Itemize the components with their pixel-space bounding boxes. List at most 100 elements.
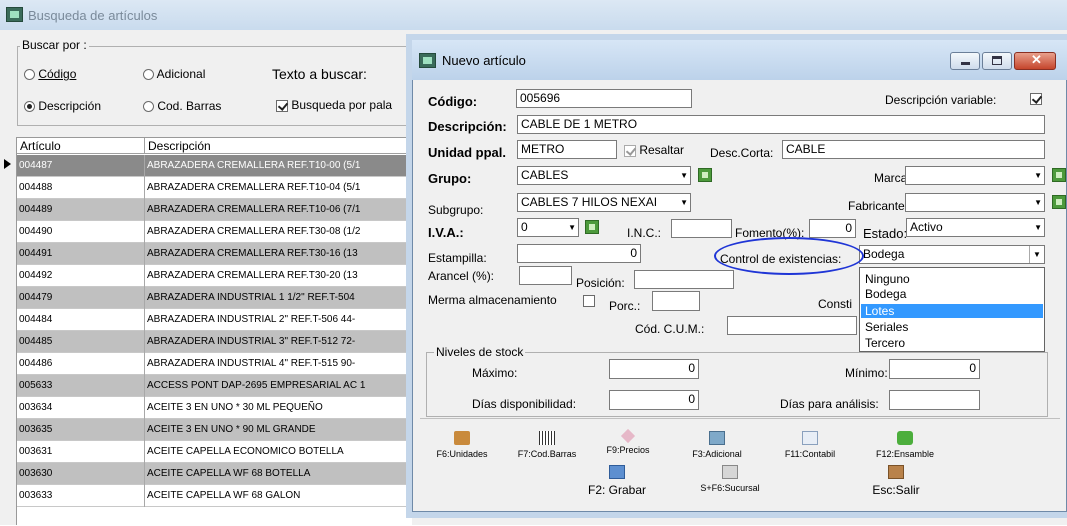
ensamble-button[interactable]: F12:Ensamble (870, 431, 940, 459)
fabricante-add-icon[interactable] (1052, 195, 1066, 209)
articles-grid[interactable]: Artículo Descripción 004487 ABRAZADERA CR… (17, 137, 412, 526)
table-row[interactable]: 004490 ABRAZADERA CREMALLERA REF.T30-08 (… (17, 221, 412, 243)
marca-combo[interactable]: ▼ (905, 166, 1045, 185)
marca-add-icon[interactable] (1052, 168, 1066, 182)
cell-articulo: 004487 (17, 155, 145, 177)
radio-cod-barras-label: Cod. Barras (157, 99, 222, 113)
resaltar-option[interactable]: Resaltar (624, 143, 684, 157)
cum-input[interactable] (727, 316, 857, 335)
table-row[interactable]: 003633 ACEITE CAPELLA WF 68 GALON (17, 485, 412, 507)
buscar-por-group (17, 46, 417, 126)
posicion-input[interactable] (634, 270, 734, 289)
grupo-dropdown-icon[interactable]: ▼ (680, 167, 688, 184)
table-row[interactable]: 004492 ABRAZADERA CREMALLERA REF.T30-20 (… (17, 265, 412, 287)
minimo-input[interactable]: 0 (889, 359, 980, 379)
maximo-input[interactable]: 0 (609, 359, 699, 379)
arancel-input[interactable] (519, 266, 572, 285)
subgrupo-dropdown-icon[interactable]: ▼ (680, 194, 688, 211)
cell-articulo: 004492 (17, 265, 145, 287)
porc-input[interactable] (652, 291, 700, 311)
adicional-button[interactable]: F3:Adicional (687, 431, 747, 459)
table-row[interactable]: 003631 ACEITE CAPELLA ECONOMICO BOTELLA (17, 441, 412, 463)
table-row[interactable]: 004491 ABRAZADERA CREMALLERA REF.T30-16 (… (17, 243, 412, 265)
table-row[interactable]: 003635 ACEITE 3 EN UNO * 90 ML GRANDE (17, 419, 412, 441)
minimize-button[interactable] (950, 52, 980, 70)
dropdown-option-seriales[interactable]: Seriales (861, 320, 1043, 334)
desc-corta-input[interactable]: CABLE (782, 140, 1045, 159)
dias-analisis-input[interactable] (889, 390, 980, 410)
radio-adicional[interactable]: Adicional (143, 67, 205, 81)
dropdown-option-tercero[interactable]: Tercero (861, 336, 1043, 350)
fabricante-combo[interactable]: ▼ (905, 193, 1045, 212)
desc-variable-checkbox[interactable] (1030, 93, 1042, 105)
precios-button[interactable]: F9:Precios (603, 428, 653, 455)
ensamble-label: F12:Ensamble (875, 449, 935, 459)
grupo-add-icon[interactable] (698, 168, 712, 182)
subgrupo-value: CABLES 7 HILOS NEXAI (521, 195, 658, 209)
cell-descripcion: ACEITE 3 EN UNO * 30 ML PEQUEÑO (147, 402, 323, 413)
radio-descripcion-circle[interactable] (24, 101, 35, 113)
close-button[interactable]: ✕ (1014, 52, 1056, 70)
puzzle-icon (897, 431, 913, 445)
cod-barras-button[interactable]: F7:Cod.Barras (517, 431, 577, 459)
radio-cod-barras-circle[interactable] (143, 101, 154, 113)
subgrupo-combo[interactable]: CABLES 7 HILOS NEXAI ▼ (517, 193, 691, 212)
table-row[interactable]: 004484 ABRAZADERA INDUSTRIAL 2" REF.T-506… (17, 309, 412, 331)
dias-disponibilidad-input[interactable]: 0 (609, 390, 699, 410)
cell-articulo: 004486 (17, 353, 145, 375)
fomento-input[interactable]: 0 (809, 219, 856, 238)
merma-checkbox[interactable] (583, 295, 595, 307)
radio-cod-barras[interactable]: Cod. Barras (143, 99, 221, 113)
salir-label: Esc:Salir (872, 483, 920, 497)
column-header-descripcion[interactable]: Descripción (145, 138, 412, 154)
contabil-button[interactable]: F11:Contabil (780, 431, 840, 459)
marca-dropdown-icon[interactable]: ▼ (1034, 167, 1042, 184)
inc-input[interactable] (671, 219, 732, 238)
control-existencias-dropdown-icon[interactable]: ▼ (1029, 246, 1044, 263)
cell-descripcion: ABRAZADERA CREMALLERA REF.T30-20 (13 (147, 270, 358, 281)
iva-combo[interactable]: 0 ▼ (517, 218, 579, 237)
table-row[interactable]: 004487 ABRAZADERA CREMALLERA REF.T10-00 (… (17, 155, 412, 177)
busqueda-palabra-checkbox[interactable] (276, 99, 288, 112)
descripcion-input[interactable]: CABLE DE 1 METRO (517, 115, 1045, 134)
table-row[interactable]: 004479 ABRAZADERA INDUSTRIAL 1 1/2" REF.T… (17, 287, 412, 309)
unidades-button[interactable]: F6:Unidades (432, 431, 492, 459)
barcode-icon (539, 431, 555, 445)
estado-dropdown-icon[interactable]: ▼ (1034, 219, 1042, 236)
maximize-button[interactable] (982, 52, 1012, 70)
table-row[interactable]: 005633 ACCESS PONT DAP-2695 EMPRESARIAL A… (17, 375, 412, 397)
grupo-combo[interactable]: CABLES ▼ (517, 166, 691, 185)
table-row[interactable]: 004486 ABRAZADERA INDUSTRIAL 4" REF.T-515… (17, 353, 412, 375)
dropdown-option-ninguno[interactable]: Ninguno (861, 272, 1043, 286)
resaltar-checkbox[interactable] (624, 144, 636, 157)
iva-dropdown-icon[interactable]: ▼ (568, 219, 576, 236)
grabar-button[interactable]: F2: Grabar (582, 465, 652, 497)
iva-add-icon[interactable] (585, 220, 599, 234)
radio-adicional-circle[interactable] (143, 69, 154, 81)
column-header-articulo[interactable]: Artículo (17, 138, 145, 154)
radio-codigo-circle[interactable] (24, 69, 35, 81)
table-row[interactable]: 004485 ABRAZADERA INDUSTRIAL 3" REF.T-512… (17, 331, 412, 353)
estado-combo[interactable]: Activo ▼ (906, 218, 1045, 237)
unidad-input[interactable]: METRO (517, 140, 617, 159)
dropdown-option-lotes[interactable]: Lotes (861, 304, 1043, 318)
busqueda-palabra-option[interactable]: Busqueda por pala (276, 98, 392, 112)
table-row[interactable]: 003634 ACEITE 3 EN UNO * 30 ML PEQUEÑO (17, 397, 412, 419)
salir-button[interactable]: Esc:Salir (861, 465, 931, 497)
radio-descripcion[interactable]: Descripción (24, 99, 101, 113)
radio-codigo[interactable]: Código (24, 67, 76, 81)
radio-adicional-label: Adicional (156, 67, 206, 81)
sucursal-button[interactable]: S+F6:Sucursal (690, 465, 770, 493)
table-row[interactable]: 003630 ACEITE CAPELLA WF 68 BOTELLA (17, 463, 412, 485)
fabricante-dropdown-icon[interactable]: ▼ (1034, 194, 1042, 211)
table-row[interactable]: 004488 ABRAZADERA CREMALLERA REF.T10-04 (… (17, 177, 412, 199)
estampilla-input[interactable]: 0 (517, 244, 641, 263)
control-existencias-dropdown-list[interactable]: Ninguno Bodega Lotes Seriales Tercero (859, 267, 1045, 352)
table-row[interactable]: 004489 ABRAZADERA CREMALLERA REF.T10-06 (… (17, 199, 412, 221)
codigo-input[interactable]: 005696 (516, 89, 692, 108)
sucursal-label: S+F6:Sucursal (700, 483, 760, 493)
grabar-label: F2: Grabar (587, 483, 647, 497)
dialog-app-icon (419, 53, 436, 68)
dropdown-option-bodega[interactable]: Bodega (861, 287, 1043, 301)
control-existencias-combo[interactable]: Bodega ▼ (859, 245, 1045, 264)
